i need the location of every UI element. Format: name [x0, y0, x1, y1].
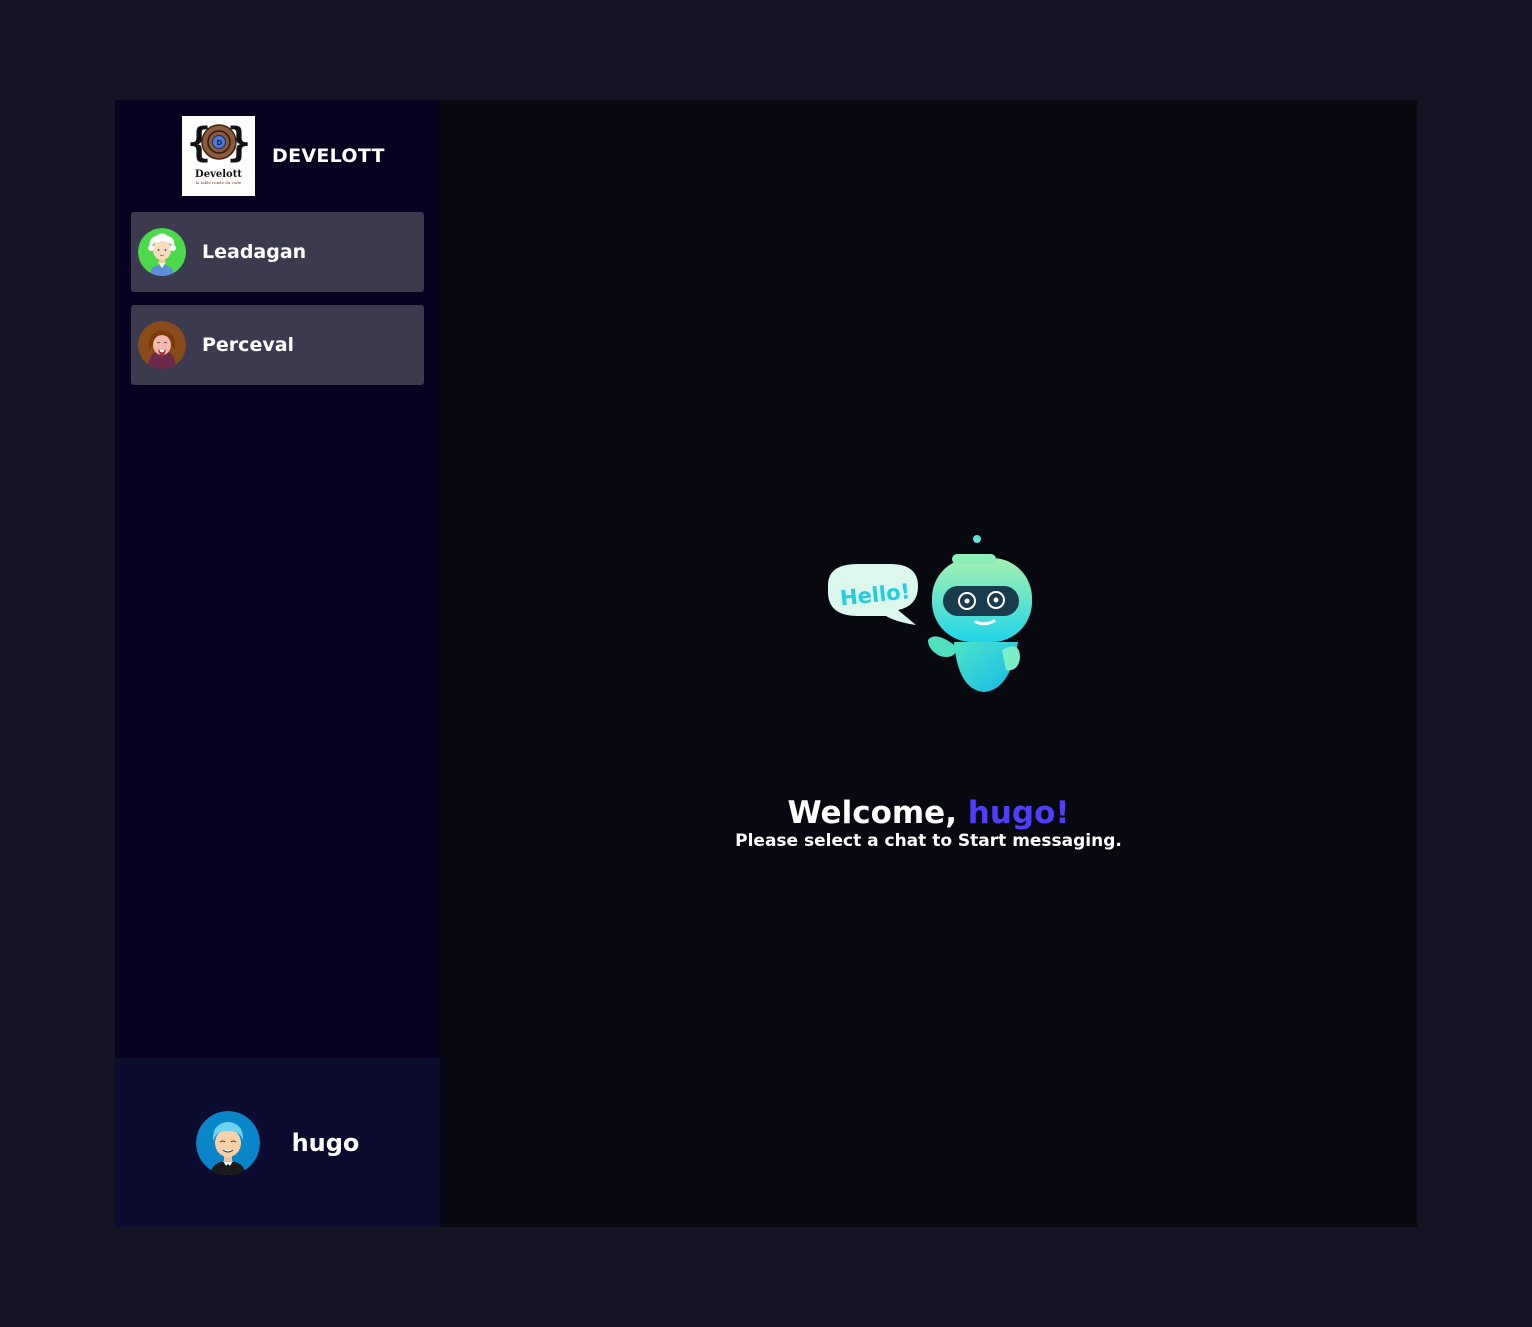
svg-text:D: D	[216, 139, 222, 147]
welcome-username: hugo!	[967, 795, 1070, 831]
hello-robot-icon: Hello!	[827, 535, 1032, 692]
avatar-blue-haired-man-icon[interactable]	[195, 1110, 260, 1175]
contact-name: Leadagan	[202, 241, 307, 263]
brand-title: DEVELOTT	[272, 145, 385, 167]
contacts-sidebar: { } D Develott la table ronde du code DE…	[115, 100, 440, 1227]
brand: { } D Develott la table ronde du code DE…	[182, 116, 385, 196]
welcome-subtitle: Please select a chat to Start messaging.	[735, 831, 1122, 851]
develott-logo-icon: { } D	[187, 120, 251, 166]
contact-item-perceval[interactable]: Perceval	[131, 305, 424, 385]
welcome-greeting: Welcome,	[787, 795, 968, 831]
chat-main-panel: Hello! Welcome, hugo! Please select a ch…	[440, 100, 1417, 1227]
avatar-long-haired-man-icon	[138, 321, 186, 369]
welcome-screen: Hello! Welcome, hugo! Please select a ch…	[440, 530, 1417, 852]
current-user-name: hugo	[291, 1128, 360, 1157]
current-user-panel: hugo	[115, 1058, 440, 1227]
logo-tagline: la table ronde du code	[195, 180, 242, 185]
brand-logo: { } D Develott la table ronde du code	[182, 116, 255, 196]
contact-name: Perceval	[202, 334, 295, 356]
contact-item-leadagan[interactable]: Leadagan	[131, 212, 424, 292]
logo-text: Develott	[195, 169, 242, 180]
contact-list: Leadagan Perceval	[131, 212, 424, 398]
avatar-white-haired-man-icon	[138, 228, 186, 276]
welcome-title: Welcome, hugo!	[787, 796, 1069, 830]
chat-app: { } D Develott la table ronde du code DE…	[115, 100, 1417, 1227]
